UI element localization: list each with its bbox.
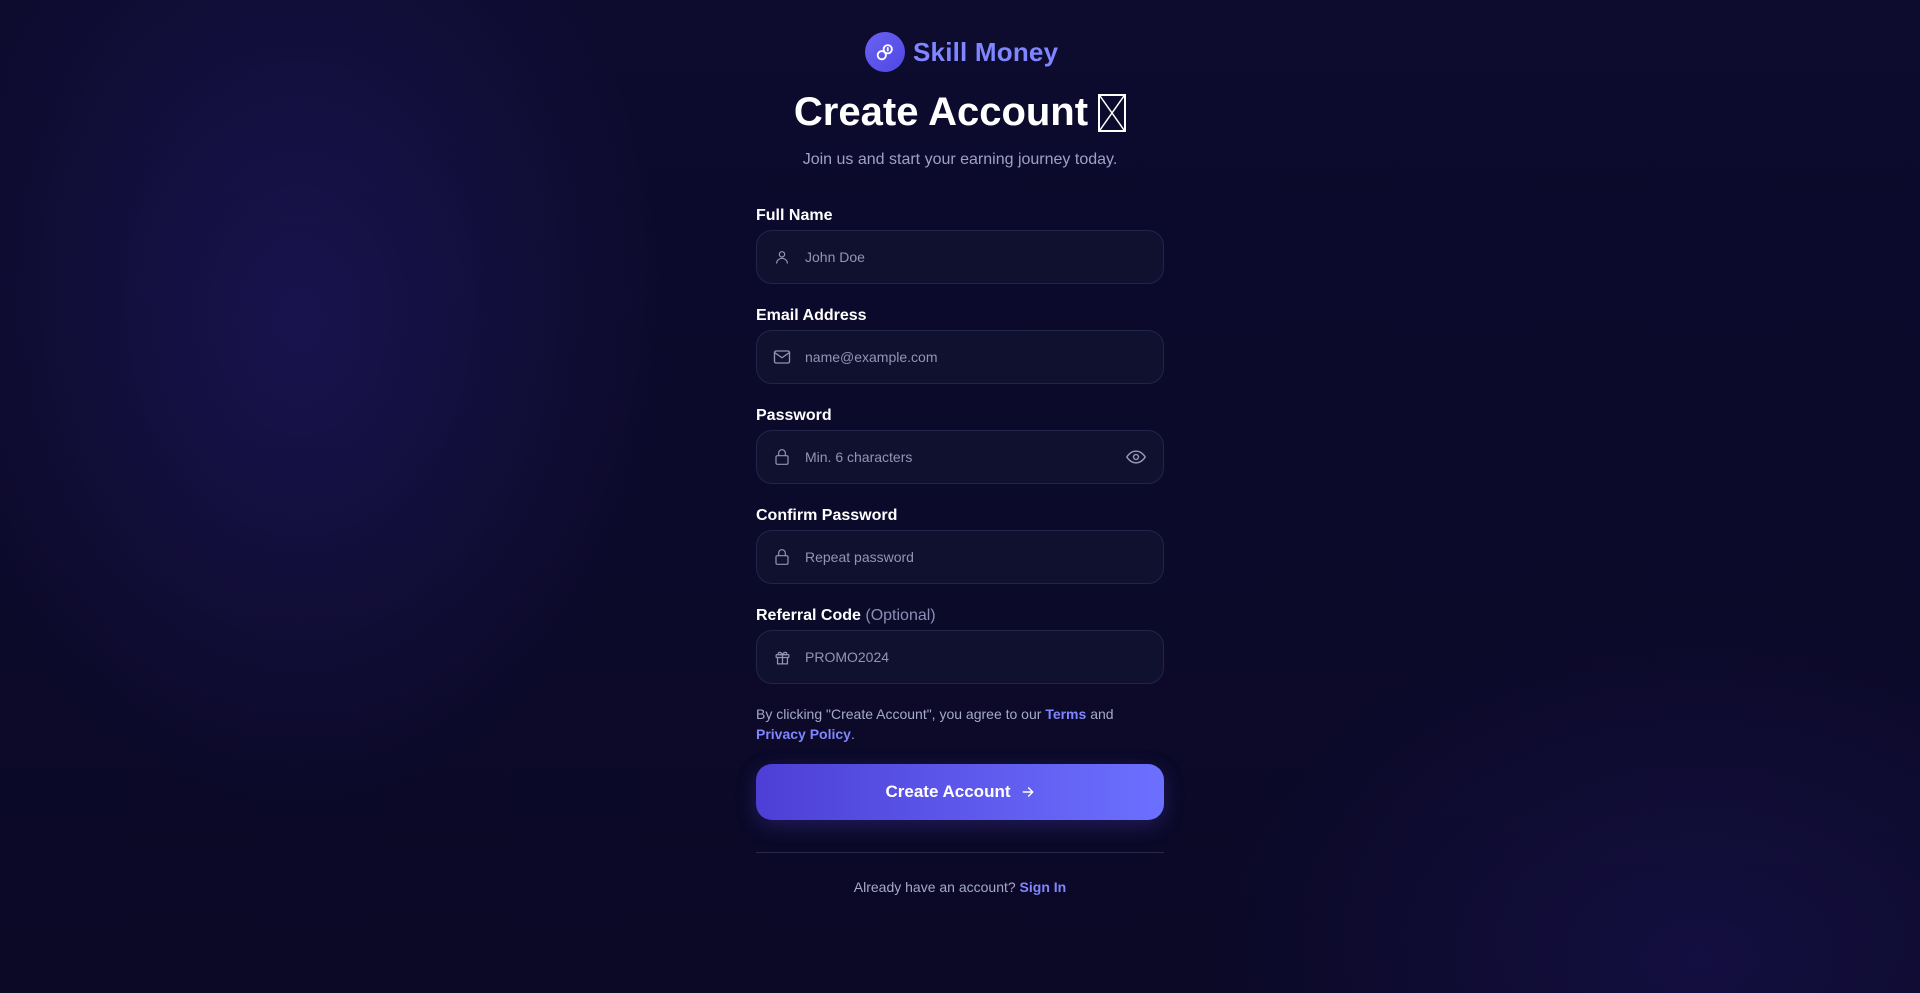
password-input-wrap[interactable] <box>756 430 1164 484</box>
terms-and: and <box>1090 706 1114 722</box>
confirm-password-input-wrap[interactable] <box>756 530 1164 584</box>
terms-suffix: . <box>850 726 855 742</box>
brand[interactable]: Skill Money <box>865 32 1058 72</box>
full-name-input[interactable] <box>805 249 1147 265</box>
brand-name: Skill Money <box>913 36 1059 67</box>
email-field: Email Address <box>756 306 1164 384</box>
page-subtitle: Join us and start your earning journey t… <box>802 151 1118 168</box>
privacy-policy-link[interactable]: Privacy Policy <box>756 726 851 742</box>
sign-in-link[interactable]: Sign In <box>1020 879 1067 895</box>
referral-field: Referral Code (Optional) <box>756 606 1164 684</box>
referral-input[interactable] <box>805 649 1147 665</box>
referral-label: Referral Code (Optional) <box>756 606 1164 626</box>
email-input-wrap[interactable] <box>756 330 1164 384</box>
signin-row: Already have an account? Sign In <box>756 879 1164 895</box>
brand-logo-icon <box>865 32 905 72</box>
lock-icon <box>773 548 791 566</box>
divider <box>756 852 1164 853</box>
referral-input-wrap[interactable] <box>756 630 1164 684</box>
signup-page: Skill Money Create Account Join us and s… <box>0 0 1920 993</box>
page-title: Create Account <box>756 90 1164 135</box>
terms-prefix: By clicking "Create Account", you agree … <box>756 706 1042 722</box>
terms-text: By clicking "Create Account", you agree … <box>756 704 1164 744</box>
mail-icon <box>773 348 791 366</box>
confirm-password-field: Confirm Password <box>756 506 1164 584</box>
create-account-button[interactable]: Create Account <box>756 764 1164 820</box>
password-field: Password <box>756 406 1164 484</box>
page-title-text: Create Account <box>793 90 1089 134</box>
full-name-input-wrap[interactable] <box>756 230 1164 284</box>
user-icon <box>773 248 791 266</box>
terms-link[interactable]: Terms <box>1045 706 1086 722</box>
confirm-password-label: Confirm Password <box>756 507 898 524</box>
password-label: Password <box>756 407 832 424</box>
gift-icon <box>773 648 791 666</box>
arrow-right-icon <box>1021 785 1035 799</box>
password-input[interactable] <box>805 449 1125 465</box>
referral-label-text: Referral Code <box>756 607 861 624</box>
email-label: Email Address <box>756 307 867 324</box>
eye-icon[interactable] <box>1125 446 1147 468</box>
lock-icon <box>773 448 791 466</box>
create-account-button-label: Create Account <box>885 782 1011 801</box>
full-name-label: Full Name <box>756 207 833 224</box>
referral-optional-label: (Optional) <box>865 607 936 624</box>
email-input[interactable] <box>805 349 1147 365</box>
full-name-field: Full Name <box>756 206 1164 284</box>
signin-prompt: Already have an account? <box>853 879 1016 895</box>
missing-emoji-icon <box>1098 93 1127 132</box>
confirm-password-input[interactable] <box>805 549 1147 565</box>
signup-form: Full Name Email Address <box>756 206 1164 895</box>
